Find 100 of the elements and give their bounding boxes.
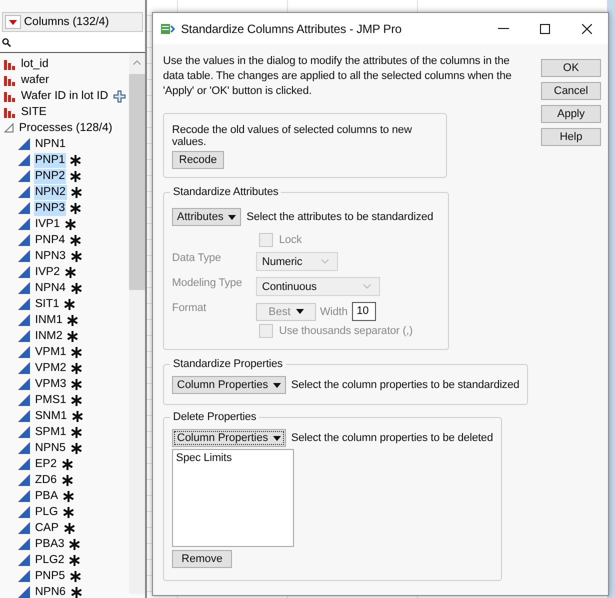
caret-icon [296, 309, 304, 314]
field-label: Data Type [172, 252, 222, 264]
scrollbar[interactable] [129, 54, 145, 594]
column-name[interactable]: PNP1 [34, 152, 66, 168]
triangle-icon [18, 250, 30, 262]
triangle-icon [18, 234, 30, 246]
column-name[interactable]: PNP2 [34, 168, 66, 184]
triangle-icon [18, 186, 30, 198]
triangle-icon [18, 282, 30, 294]
maximize-icon[interactable] [540, 24, 550, 34]
field-label: Modeling Type [172, 277, 244, 289]
hint-text: Select the column properties to be standardized [291, 379, 520, 391]
triangle-icon [18, 426, 30, 438]
column-name[interactable]: NPN6 [34, 584, 67, 598]
attributes-dropdown[interactable]: Attributes [172, 208, 242, 226]
triangle-icon [18, 570, 30, 582]
recode-button[interactable]: Recode [172, 151, 224, 169]
column-name[interactable]: VPM1 [34, 344, 68, 360]
column-name[interactable]: SIT1 [34, 296, 60, 312]
column-name[interactable]: PLG [34, 504, 60, 520]
triangle-icon [18, 554, 30, 566]
description-text: Use the values in the dialog to modify the attributes of the columns in the data table. The changes are applied to all the selected columns when the 'Apply' or 'OK' button is clicked. [163, 54, 513, 99]
remove-button[interactable]: Remove [172, 550, 232, 568]
triangle-icon [18, 298, 30, 310]
column-name[interactable]: IVP2 [34, 264, 61, 280]
column-name[interactable]: PNP5 [34, 568, 66, 584]
column-name[interactable]: Wafer ID in lot ID [20, 88, 110, 104]
triangle-icon [18, 378, 30, 390]
search-field[interactable] [0, 32, 145, 53]
chevron-icon [321, 259, 329, 264]
column-name[interactable]: NPN2 [34, 184, 67, 200]
triangle-icon [18, 314, 30, 326]
column-name[interactable]: PMS1 [34, 392, 68, 408]
minimize-icon[interactable] [498, 28, 508, 29]
triangle-icon [18, 410, 30, 422]
column-name[interactable]: SNM1 [34, 408, 68, 424]
field-label: Width [320, 306, 348, 318]
triangle-icon [18, 170, 30, 182]
bar-chart-icon [4, 106, 16, 118]
dialog-button[interactable]: Help [541, 128, 601, 146]
bar-chart-icon [4, 58, 16, 70]
instruction-text: Recode the old values of selected columns to new values. [172, 124, 413, 148]
column-name[interactable]: PNP4 [34, 232, 66, 248]
dropdown-button[interactable] [5, 15, 21, 29]
window-title: Standardize Columns Attributes - JMP Pro [181, 22, 403, 36]
search-icon [2, 38, 11, 46]
triangle-icon [18, 458, 30, 470]
column-name[interactable]: CAP [34, 520, 60, 536]
triangle-icon [18, 538, 30, 550]
column-name[interactable]: PBA3 [34, 536, 66, 552]
close-icon[interactable] [582, 24, 592, 34]
hint-text: Select the column properties to be deleted [291, 432, 493, 444]
triangle-icon [18, 394, 30, 406]
group-title: Delete Properties [172, 411, 258, 423]
column-name[interactable]: NPN5 [34, 440, 67, 456]
list-item[interactable]: Spec Limits [176, 452, 290, 464]
triangle-icon [18, 330, 30, 342]
triangle-icon [18, 586, 30, 598]
checkbox-label: Use thousands separator (,) [279, 325, 413, 337]
column-name[interactable]: NPN1 [34, 136, 67, 152]
dialog-button[interactable]: Cancel [541, 82, 601, 100]
triangle-icon [18, 522, 30, 534]
properties-list[interactable]: Spec Limits [172, 449, 294, 547]
group-title: Standardize Attributes [172, 186, 280, 198]
column-name[interactable]: SITE [20, 104, 48, 120]
group-label[interactable]: Processes (128/4) [18, 120, 114, 136]
disclosure-triangle-icon[interactable] [4, 123, 14, 133]
caret-icon [228, 214, 236, 220]
triangle-icon [18, 218, 30, 230]
triangle-icon [18, 266, 30, 278]
triangle-icon [18, 138, 30, 150]
column-name[interactable]: EP2 [34, 456, 58, 472]
triangle-icon [18, 490, 30, 502]
column-name[interactable]: VPM2 [34, 360, 68, 376]
dialog-button[interactable]: OK [541, 59, 601, 77]
column-name[interactable]: PNP3 [34, 200, 66, 216]
column-name[interactable]: NPN3 [34, 248, 67, 264]
column-name[interactable]: lot_id [20, 56, 50, 72]
triangle-icon [18, 506, 30, 518]
column-name[interactable]: SPM1 [34, 424, 68, 440]
column-properties-dropdown[interactable]: Column Properties [172, 429, 286, 447]
group-title: Standardize Properties [172, 358, 284, 370]
chevron-icon [363, 284, 371, 289]
column-name[interactable]: INM2 [34, 328, 64, 344]
column-name[interactable]: wafer [20, 72, 50, 88]
column-properties-dropdown[interactable]: Column Properties [172, 376, 286, 394]
bar-chart-icon [4, 90, 16, 102]
panel-title: Columns (132/4) [24, 16, 110, 28]
column-name[interactable]: PLG2 [34, 552, 66, 568]
dialog-button[interactable]: Apply [541, 105, 601, 123]
column-name[interactable]: IVP1 [34, 216, 61, 232]
caret-icon [9, 20, 17, 24]
column-name[interactable]: INM1 [34, 312, 64, 328]
column-name[interactable]: ZD6 [34, 472, 58, 488]
column-name[interactable]: NPN4 [34, 280, 67, 296]
checkbox-label: Lock [279, 234, 302, 246]
triangle-icon [18, 346, 30, 358]
app-icon [161, 22, 175, 35]
column-name[interactable]: VPM3 [34, 376, 68, 392]
column-name[interactable]: PBA [34, 488, 60, 504]
